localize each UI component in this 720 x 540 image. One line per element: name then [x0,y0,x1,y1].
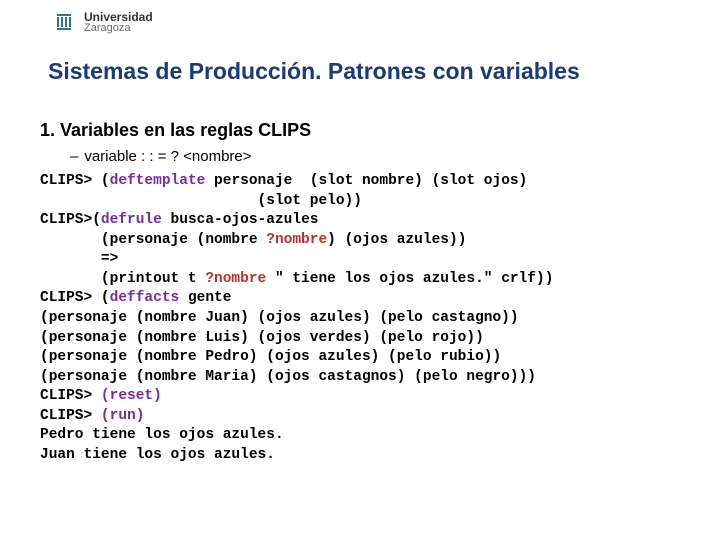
code-block: CLIPS> (deftemplate personaje (slot nomb… [40,172,553,465]
university-logo: Universidad Zaragoza [50,8,153,36]
building-icon [50,8,78,36]
keyword-deffacts: deffacts [110,290,180,306]
dash-icon: – [70,148,78,165]
bullet-text: variable : : = ? <nombre> [84,148,251,165]
bullet-item: –variable : : = ? <nombre> [70,148,252,165]
slide-title: Sistemas de Producción. Patrones con var… [48,58,580,85]
keyword-defrule: defrule [101,212,162,228]
section-heading: 1. Variables en las reglas CLIPS [40,120,311,141]
logo-line2: Zaragoza [84,23,153,34]
keyword-run: (run) [101,408,145,424]
keyword-deftemplate: deftemplate [110,173,206,189]
logo-line1: Universidad [84,11,153,23]
variable-nombre: ?nombre [205,271,266,287]
logo-text: Universidad Zaragoza [84,11,153,34]
variable-nombre: ?nombre [266,232,327,248]
keyword-reset: (reset) [101,388,162,404]
